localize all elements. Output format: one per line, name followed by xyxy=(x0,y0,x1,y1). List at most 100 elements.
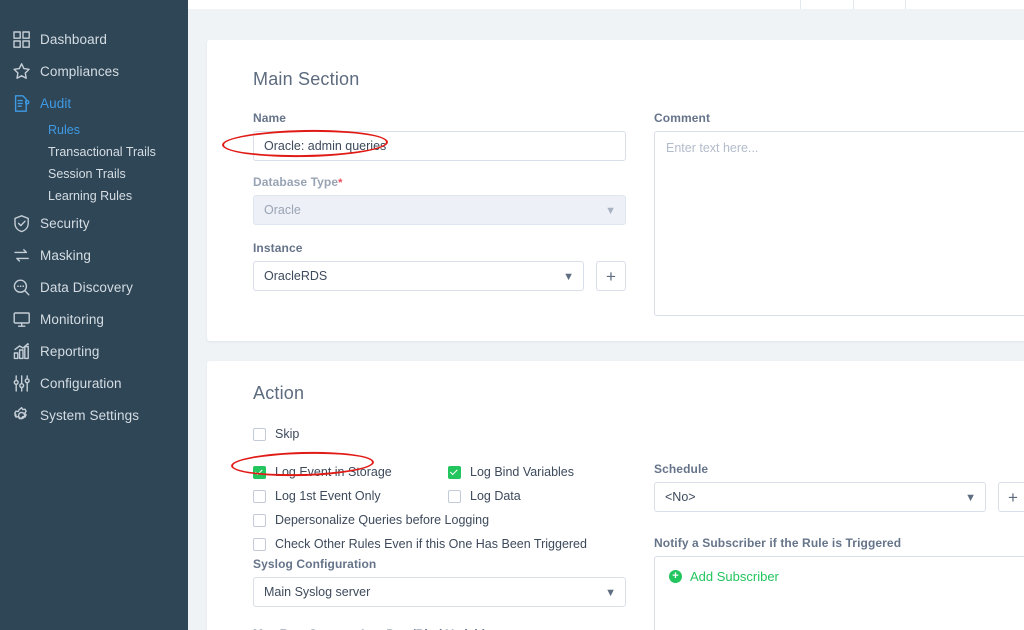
sidebar-item-label: Data Discovery xyxy=(40,280,133,295)
add-schedule-button[interactable]: + xyxy=(998,482,1024,512)
database-type-select: Oracle ▼ xyxy=(253,195,626,225)
syslog-field-group: Syslog Configuration Main Syslog server … xyxy=(253,557,626,607)
name-input[interactable]: Oracle: admin queries xyxy=(253,131,626,161)
schedule-select[interactable]: <No> ▼ xyxy=(654,482,986,512)
instance-field-group: Instance OracleRDS ▼ + xyxy=(253,241,626,291)
chevron-down-icon: ▼ xyxy=(563,271,574,283)
sidebar-item-data-discovery[interactable]: Data Discovery xyxy=(0,271,188,303)
comment-label: Comment xyxy=(654,111,1024,125)
plus-circle-icon: + xyxy=(669,570,682,583)
instance-value: OracleRDS xyxy=(264,269,327,283)
sidebar-item-audit[interactable]: Audit xyxy=(0,87,188,119)
check-other-rules-even-if-this-one-has-been-triggered-label: Check Other Rules Even if this One Has B… xyxy=(275,537,587,551)
gear-icon xyxy=(12,406,40,425)
swap-arrows-icon xyxy=(12,246,40,265)
main-section-card: Main Section Name Oracle: admin queries … xyxy=(207,40,1024,341)
sidebar-item-compliances[interactable]: Compliances xyxy=(0,55,188,87)
sidebar: Dashboard Compliances Audit RulesTransactio… xyxy=(0,0,188,630)
syslog-select[interactable]: Main Syslog server ▼ xyxy=(253,577,626,607)
sidebar-item-masking[interactable]: Masking xyxy=(0,239,188,271)
comment-field-group: Comment Enter text here... xyxy=(654,111,1024,316)
main-section-title: Main Section xyxy=(253,69,359,90)
sidebar-item-reporting[interactable]: Reporting xyxy=(0,335,188,367)
schedule-label: Schedule xyxy=(654,462,1024,476)
document-icon xyxy=(12,94,40,113)
database-type-value: Oracle xyxy=(264,203,301,217)
sliders-icon xyxy=(12,374,40,393)
log-1st-event-only-checkbox[interactable] xyxy=(253,490,266,503)
database-type-field-group: Database Type* Oracle ▼ xyxy=(253,175,626,225)
log-event-in-storage-label: Log Event in Storage xyxy=(275,465,392,479)
log-bind-variables-checkbox[interactable] xyxy=(448,466,461,479)
action-checkbox-column-right: Log Bind Variables Log Data xyxy=(448,462,648,510)
log-data-label: Log Data xyxy=(470,489,521,503)
notify-subscriber-group: Notify a Subscriber if the Rule is Trigg… xyxy=(654,536,1024,630)
depersonalize-queries-before-logging-checkbox[interactable] xyxy=(253,514,266,527)
main-content: Main Section Name Oracle: admin queries … xyxy=(188,9,1024,630)
sidebar-item-label: Dashboard xyxy=(40,32,107,47)
sidebar-item-system-settings[interactable]: System Settings xyxy=(0,399,188,431)
bar-chart-icon xyxy=(12,342,40,361)
log-data-row[interactable]: Log Data xyxy=(448,486,648,506)
grid-icon xyxy=(12,30,40,49)
chevron-down-icon: ▼ xyxy=(605,587,616,599)
skip-row: Skip xyxy=(253,424,299,444)
sidebar-subitem-transactional-trails[interactable]: Transactional Trails xyxy=(0,141,188,163)
check-other-rules-even-if-this-one-has-been-triggered-checkbox[interactable] xyxy=(253,538,266,551)
monitor-icon xyxy=(12,310,40,329)
instance-select[interactable]: OracleRDS ▼ xyxy=(253,261,584,291)
required-marker: * xyxy=(338,177,342,189)
comment-placeholder: Enter text here... xyxy=(666,141,758,155)
log-data-checkbox[interactable] xyxy=(448,490,461,503)
sidebar-item-label: Audit xyxy=(40,96,71,111)
syslog-value: Main Syslog server xyxy=(264,585,370,599)
sidebar-item-label: System Settings xyxy=(40,408,139,423)
instance-label: Instance xyxy=(253,241,626,255)
depersonalize-queries-before-logging-row[interactable]: Depersonalize Queries before Logging xyxy=(253,510,633,530)
sidebar-item-security[interactable]: Security xyxy=(0,207,188,239)
sidebar-subitem-rules[interactable]: Rules xyxy=(0,119,188,141)
syslog-label: Syslog Configuration xyxy=(253,557,626,571)
shield-icon xyxy=(12,214,40,233)
add-subscriber-button[interactable]: + Add Subscriber xyxy=(669,569,1023,584)
sidebar-item-label: Monitoring xyxy=(40,312,104,327)
action-section-card: Action Skip Log Event in Storage Log 1st … xyxy=(207,361,1024,630)
check-other-rules-even-if-this-one-has-been-triggered-row[interactable]: Check Other Rules Even if this One Has B… xyxy=(253,534,633,554)
chevron-down-icon: ▼ xyxy=(965,492,976,504)
add-subscriber-label: Add Subscriber xyxy=(690,569,779,584)
sidebar-item-label: Configuration xyxy=(40,376,122,391)
subscriber-list-box: + Add Subscriber xyxy=(654,556,1024,630)
sidebar-item-label: Masking xyxy=(40,248,91,263)
sidebar-item-label: Compliances xyxy=(40,64,119,79)
sidebar-bottom-fill xyxy=(0,621,188,630)
name-field-group: Name Oracle: admin queries xyxy=(253,111,626,161)
action-section-title: Action xyxy=(253,383,304,404)
database-type-label: Database Type* xyxy=(253,175,626,189)
app-window: Dashboard Compliances Audit RulesTransactio… xyxy=(0,0,1024,630)
log-1st-event-only-label: Log 1st Event Only xyxy=(275,489,381,503)
comment-textarea[interactable]: Enter text here... xyxy=(654,131,1024,316)
database-type-label-text: Database Type xyxy=(253,175,338,189)
skip-checkbox[interactable] xyxy=(253,428,266,441)
log-bind-variables-row[interactable]: Log Bind Variables xyxy=(448,462,648,482)
sidebar-item-configuration[interactable]: Configuration xyxy=(0,367,188,399)
depersonalize-queries-before-logging-label: Depersonalize Queries before Logging xyxy=(275,513,489,527)
sidebar-item-monitoring[interactable]: Monitoring xyxy=(0,303,188,335)
schedule-field-group: Schedule <No> ▼ + xyxy=(654,462,1024,512)
sidebar-subitem-session-trails[interactable]: Session Trails xyxy=(0,163,188,185)
log-bind-variables-label: Log Bind Variables xyxy=(470,465,574,479)
sidebar-item-dashboard[interactable]: Dashboard xyxy=(0,23,188,55)
add-instance-button[interactable]: + xyxy=(596,261,626,291)
log-event-in-storage-checkbox[interactable] xyxy=(253,466,266,479)
chevron-down-icon: ▼ xyxy=(605,205,616,217)
star-icon xyxy=(12,62,40,81)
sidebar-item-label: Security xyxy=(40,216,90,231)
name-label: Name xyxy=(253,111,626,125)
sidebar-subitem-learning-rules[interactable]: Learning Rules xyxy=(0,185,188,207)
sidebar-item-label: Reporting xyxy=(40,344,99,359)
notify-subscriber-label: Notify a Subscriber if the Rule is Trigg… xyxy=(654,536,1024,550)
sidebar-nav: Dashboard Compliances Audit RulesTransactio… xyxy=(0,9,188,619)
skip-label: Skip xyxy=(275,427,299,441)
schedule-value: <No> xyxy=(665,490,696,504)
search-chat-icon xyxy=(12,278,40,297)
